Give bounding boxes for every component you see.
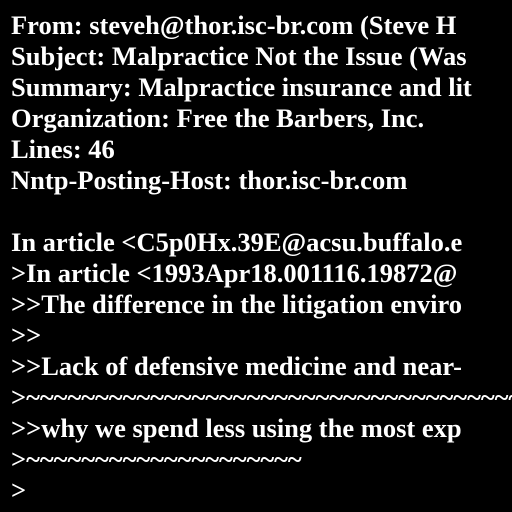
message-text: From: steveh@thor.isc-br.com (Steve H Su… xyxy=(11,10,512,506)
body-line: >In article <1993Apr18.001116.19872@ xyxy=(11,258,458,288)
body-line: > xyxy=(11,475,27,505)
body-line: >~~~~~~~~~~~~~~~~~~~~ xyxy=(11,444,302,474)
lines-header: Lines: 46 xyxy=(11,134,115,164)
email-document: From: steveh@thor.isc-br.com (Steve H Su… xyxy=(0,0,512,512)
body-line: >>Lack of defensive medicine and near- xyxy=(11,351,462,381)
summary-header: Summary: Malpractice insurance and lit xyxy=(11,72,472,102)
body-line: >~~~~~~~~~~~~~~~~~~~~~~~~~~~~~~~~~~~~~~~… xyxy=(11,382,512,412)
body-line: >>why we spend less using the most exp xyxy=(11,413,462,443)
from-header: From: steveh@thor.isc-br.com (Steve H xyxy=(11,10,457,40)
nntp-posting-host-header: Nntp-Posting-Host: thor.isc-br.com xyxy=(11,165,408,195)
body-line: In article <C5p0Hx.39E@acsu.buffalo.e xyxy=(11,227,463,257)
body-line: >> xyxy=(11,320,42,350)
organization-header: Organization: Free the Barbers, Inc. xyxy=(11,103,425,133)
body-line: >>The difference in the litigation envir… xyxy=(11,289,462,319)
subject-header: Subject: Malpractice Not the Issue (Was xyxy=(11,41,467,71)
